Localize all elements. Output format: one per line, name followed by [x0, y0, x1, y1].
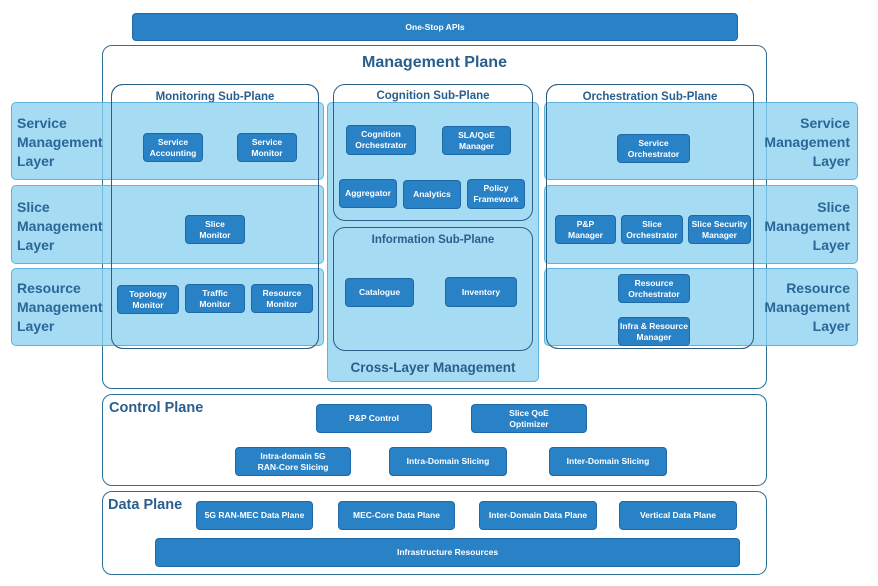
inventory-box[interactable]: Inventory: [445, 277, 517, 307]
data-plane-title: Data Plane: [108, 497, 183, 513]
service-orchestrator-box[interactable]: Service Orchestrator: [617, 134, 690, 163]
aggregator-box[interactable]: Aggregator: [339, 179, 397, 208]
inter-domain-slicing-box[interactable]: Inter-Domain Slicing: [549, 447, 667, 476]
resource-orchestrator-box[interactable]: Resource Orchestrator: [618, 274, 690, 303]
traffic-monitor-box[interactable]: Traffic Monitor: [185, 284, 245, 313]
slice-qoe-optimizer-box[interactable]: Slice QoE Optimizer: [471, 404, 587, 433]
analytics-box[interactable]: Analytics: [403, 180, 461, 209]
service-layer-label-left: Service Management Layer: [17, 115, 103, 169]
resource-monitor-box[interactable]: Resource Monitor: [251, 284, 313, 313]
cross-layer-management-title: Cross-Layer Management: [350, 360, 516, 375]
information-sub-plane-title: Information Sub-Plane: [371, 234, 495, 246]
management-plane-title: Management Plane: [362, 54, 507, 71]
policy-framework-box[interactable]: Policy Framework: [467, 179, 525, 209]
sla-qoe-manager-box[interactable]: SLA/QoE Manager: [442, 126, 511, 155]
cognition-orchestrator-box[interactable]: Cognition Orchestrator: [346, 125, 416, 155]
resource-layer-label-left: Resource Management Layer: [17, 280, 103, 334]
intra-domain-5g-ran-core-slicing-box[interactable]: Intra-domain 5G RAN-Core Slicing: [235, 447, 351, 476]
service-monitor-box[interactable]: Service Monitor: [237, 133, 297, 162]
control-plane-title: Control Plane: [109, 400, 204, 416]
infra-resource-manager-box[interactable]: Infra & Resource Manager: [618, 317, 690, 346]
inter-domain-data-plane-box[interactable]: Inter-Domain Data Plane: [479, 501, 597, 530]
resource-layer-label-right: Resource Management Layer: [764, 280, 850, 334]
service-layer-label-right: Service Management Layer: [764, 115, 850, 169]
service-accounting-box[interactable]: Service Accounting: [143, 133, 203, 162]
5g-ran-mec-data-plane-box[interactable]: 5G RAN-MEC Data Plane: [196, 501, 313, 530]
vertical-data-plane-box[interactable]: Vertical Data Plane: [619, 501, 737, 530]
catalogue-box[interactable]: Catalogue: [345, 278, 414, 307]
slice-orchestrator-box[interactable]: Slice Orchestrator: [621, 215, 683, 244]
slice-monitor-box[interactable]: Slice Monitor: [185, 215, 245, 244]
cognition-sub-plane-title: Cognition Sub-Plane: [376, 90, 490, 102]
slice-security-manager-box[interactable]: Slice Security Manager: [688, 215, 751, 244]
pp-manager-box[interactable]: P&P Manager: [555, 215, 616, 244]
mec-core-data-plane-box[interactable]: MEC-Core Data Plane: [338, 501, 455, 530]
pp-control-box[interactable]: P&P Control: [316, 404, 432, 433]
intra-domain-slicing-box[interactable]: Intra-Domain Slicing: [389, 447, 507, 476]
slice-layer-label-right: Slice Management Layer: [764, 199, 850, 253]
slice-layer-label-left: Slice Management Layer: [17, 199, 103, 253]
infrastructure-resources-bar[interactable]: Infrastructure Resources: [155, 538, 740, 567]
one-stop-apis-bar[interactable]: One-Stop APIs: [132, 13, 738, 41]
topology-monitor-box[interactable]: Topology Monitor: [117, 285, 179, 314]
